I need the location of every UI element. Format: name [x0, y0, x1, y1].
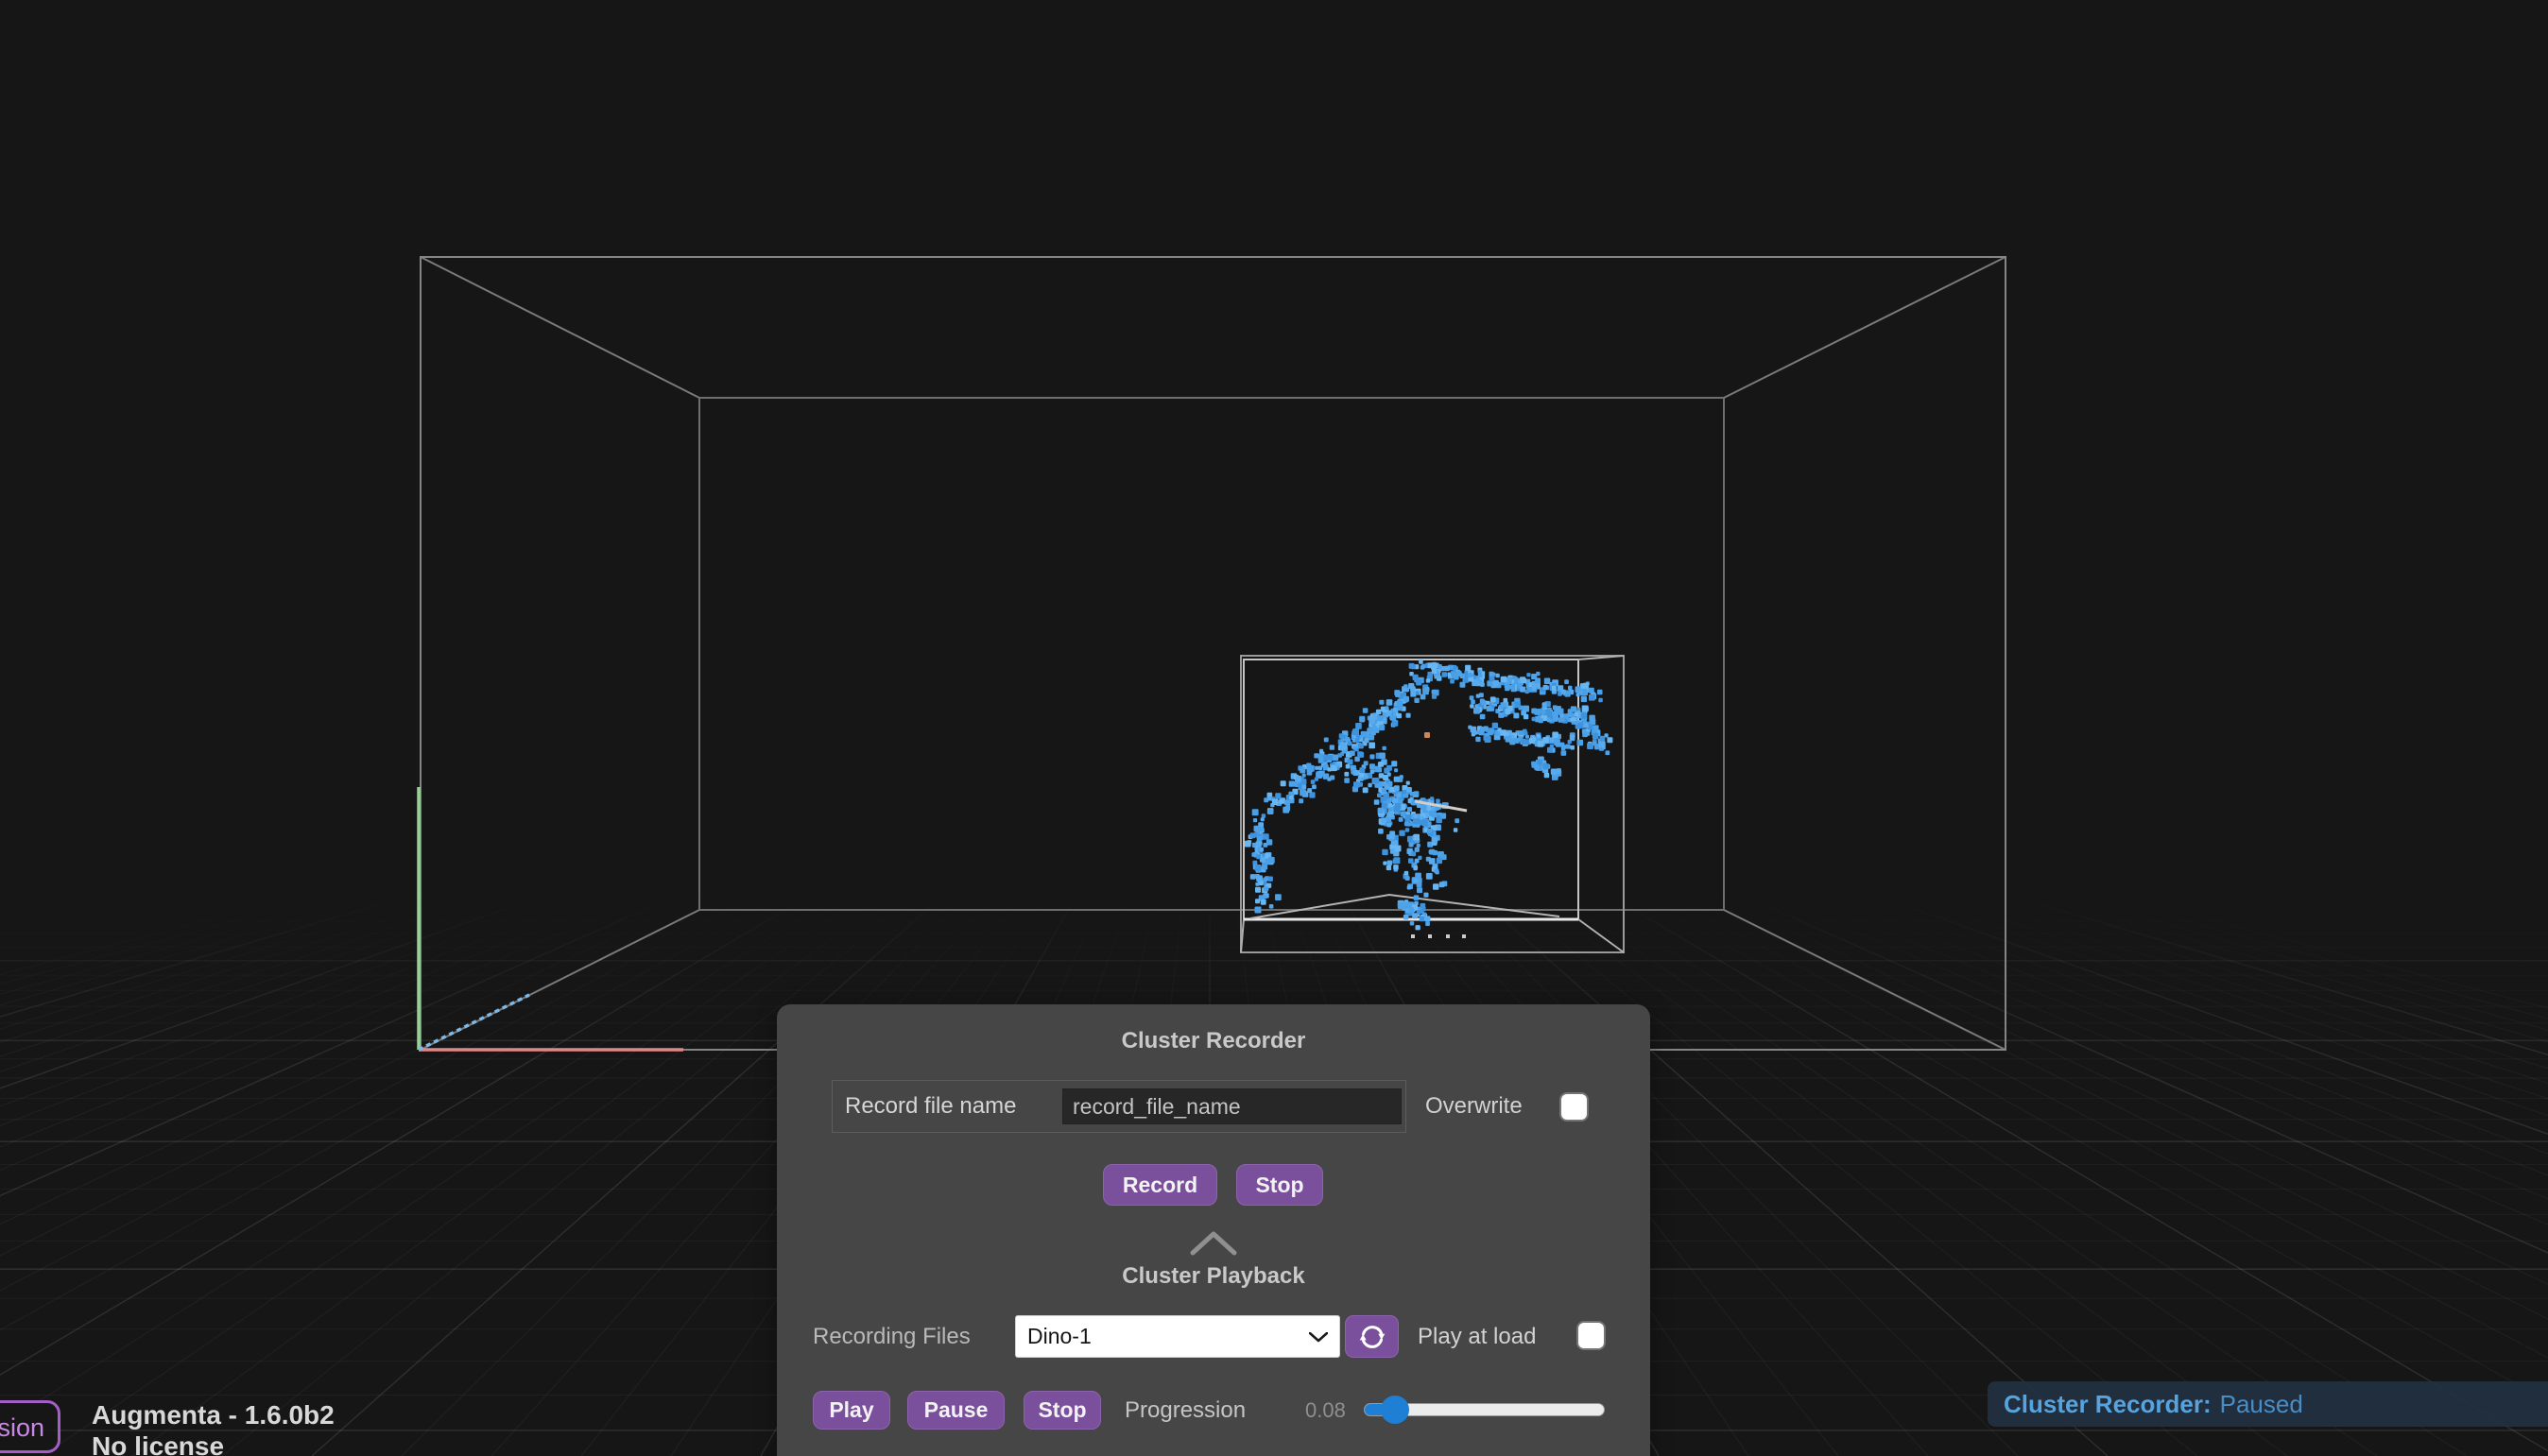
version-button[interactable]: sion — [0, 1400, 60, 1453]
app-info: Augmenta - 1.6.0b2 No license — [92, 1399, 335, 1456]
play-at-load-label: Play at load — [1418, 1315, 1536, 1358]
overwrite-checkbox[interactable] — [1561, 1094, 1587, 1120]
refresh-icon — [1357, 1322, 1387, 1352]
recorder-status-bar: Cluster Recorder: Paused — [1988, 1381, 2548, 1427]
record-file-name-input[interactable] — [1062, 1088, 1402, 1124]
overwrite-label: Overwrite — [1425, 1080, 1523, 1133]
chevron-down-icon — [1309, 1332, 1328, 1343]
application-window: Cluster Recorder Record file name Overwr… — [0, 0, 2548, 1456]
progression-label: Progression — [1125, 1391, 1246, 1430]
refresh-recordings-button[interactable] — [1345, 1315, 1399, 1358]
cluster-playback-title: Cluster Playback — [777, 1263, 1650, 1290]
record-stop-button[interactable]: Stop — [1236, 1164, 1323, 1206]
recording-files-label: Recording Files — [813, 1315, 971, 1358]
record-file-name-label: Record file name — [845, 1081, 1016, 1132]
recording-files-selected-value: Dino-1 — [1027, 1324, 1092, 1348]
record-button[interactable]: Record — [1103, 1164, 1217, 1206]
license-status: No license — [92, 1430, 335, 1456]
point-cloud — [1245, 659, 1613, 930]
panel-title: Cluster Recorder — [777, 1028, 1650, 1054]
record-file-group: Record file name — [832, 1080, 1406, 1133]
play-button[interactable]: Play — [813, 1391, 890, 1430]
progression-value: 0.08 — [1305, 1391, 1346, 1430]
play-at-load-checkbox[interactable] — [1578, 1323, 1604, 1348]
app-name-version: Augmenta - 1.6.0b2 — [92, 1399, 335, 1430]
recorder-status-value: Paused — [2220, 1390, 2303, 1418]
progression-slider[interactable] — [1364, 1391, 1605, 1430]
progression-slider-thumb[interactable] — [1381, 1396, 1409, 1424]
pause-button[interactable]: Pause — [907, 1391, 1005, 1430]
collapse-chevron-up-icon[interactable] — [1189, 1228, 1238, 1257]
cluster-recorder-panel: Cluster Recorder Record file name Overwr… — [777, 1004, 1650, 1456]
recording-files-select[interactable]: Dino-1 — [1015, 1315, 1340, 1358]
playback-stop-button[interactable]: Stop — [1024, 1391, 1101, 1430]
recorder-status-label: Cluster Recorder: — [2004, 1390, 2212, 1418]
